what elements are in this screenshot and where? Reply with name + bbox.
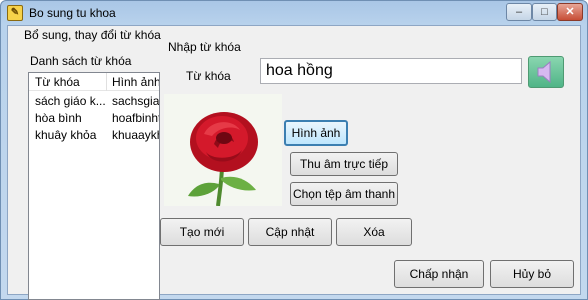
minimize-button[interactable]: – bbox=[506, 3, 532, 21]
rose-image bbox=[164, 94, 282, 206]
listview-header: Từ khóa Hình ảnh bbox=[29, 73, 159, 91]
keyword-list-title: Danh sách từ khóa bbox=[28, 54, 134, 68]
dialog-window: ✎ Bo sung tu khoa – □ ✕ Bổ sung, thay đổ… bbox=[0, 0, 588, 300]
image-button[interactable]: Hình ảnh bbox=[284, 120, 348, 146]
row-keyword: khuây khỏa bbox=[35, 128, 97, 142]
window-title: Bo sung tu khoa bbox=[29, 6, 116, 20]
table-row[interactable]: sách giáo k... sachsgia bbox=[29, 93, 159, 110]
record-button[interactable]: Thu âm trực tiếp bbox=[290, 152, 398, 176]
keyword-label: Từ khóa bbox=[186, 69, 231, 83]
row-keyword: hòa bình bbox=[35, 111, 82, 125]
column-header-image[interactable]: Hình ảnh bbox=[112, 75, 159, 89]
row-image: hoafbinht bbox=[112, 111, 160, 125]
client-area: Bổ sung, thay đổi từ khóa Danh sách từ k… bbox=[7, 25, 581, 300]
cancel-button[interactable]: Hủy bỏ bbox=[490, 260, 574, 288]
outer-group-title: Bổ sung, thay đổi từ khóa bbox=[22, 28, 163, 42]
column-header-keyword[interactable]: Từ khóa bbox=[35, 75, 103, 89]
row-image: khuaaykh bbox=[112, 128, 160, 142]
column-separator[interactable] bbox=[106, 73, 107, 91]
app-icon: ✎ bbox=[7, 5, 23, 21]
row-image: sachsgia bbox=[112, 94, 160, 108]
close-button[interactable]: ✕ bbox=[557, 3, 583, 21]
keyword-listview[interactable]: Từ khóa Hình ảnh sách giáo k... sachsgia… bbox=[28, 72, 160, 300]
title-bar[interactable]: ✎ Bo sung tu khoa – □ ✕ bbox=[1, 1, 587, 25]
speaker-icon[interactable] bbox=[528, 56, 564, 88]
table-row[interactable]: khuây khỏa khuaaykh bbox=[29, 127, 159, 144]
update-button[interactable]: Cập nhật bbox=[248, 218, 332, 246]
delete-button[interactable]: Xóa bbox=[336, 218, 412, 246]
keyword-input[interactable] bbox=[260, 58, 522, 84]
maximize-button[interactable]: □ bbox=[532, 3, 557, 21]
table-row[interactable]: hòa bình hoafbinht bbox=[29, 110, 159, 127]
new-button[interactable]: Tạo mới bbox=[160, 218, 244, 246]
choose-sound-file-button[interactable]: Chọn tệp âm thanh bbox=[290, 182, 398, 206]
input-group-title: Nhập từ khóa bbox=[166, 40, 243, 54]
accept-button[interactable]: Chấp nhận bbox=[394, 260, 484, 288]
row-keyword: sách giáo k... bbox=[35, 94, 106, 108]
